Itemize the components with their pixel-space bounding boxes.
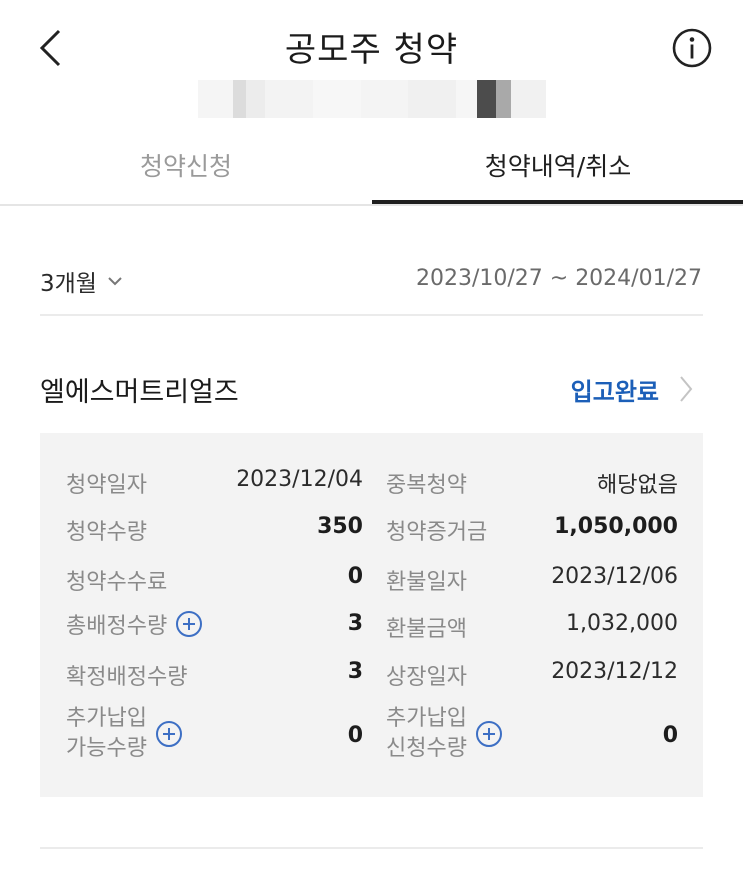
detail-value: 3 bbox=[347, 611, 363, 636]
period-dropdown[interactable]: 3개월 bbox=[40, 264, 123, 298]
detail-value: 350 bbox=[317, 514, 363, 539]
detail-label-line: 가능수량 bbox=[66, 736, 147, 761]
plus-circle-icon[interactable] bbox=[475, 720, 503, 748]
detail-label: 청약수량 bbox=[66, 520, 147, 545]
detail-label: 총배정수량 bbox=[66, 614, 168, 639]
tab-subscription-history[interactable]: 청약내역/취소 bbox=[372, 128, 743, 202]
divider bbox=[40, 314, 703, 316]
detail-value: 3 bbox=[347, 659, 363, 684]
detail-label: 청약일자 bbox=[66, 473, 147, 498]
detail-label-multiline: 추가납입 신청수량 bbox=[386, 704, 467, 764]
chevron-right-icon[interactable] bbox=[679, 374, 693, 404]
date-range: 2023/10/27 ~ 2024/01/27 bbox=[415, 266, 702, 291]
detail-label-multiline: 추가납입 가능수량 bbox=[66, 704, 147, 764]
subscription-detail-panel: 청약일자 2023/12/04 청약수량 350 청약수수료 0 총배정수량 3… bbox=[40, 433, 703, 797]
detail-label: 환불일자 bbox=[386, 570, 467, 595]
subscription-header[interactable]: 엘에스머트리얼즈 입고완료 bbox=[40, 366, 703, 414]
status-link[interactable]: 입고완료 bbox=[571, 372, 659, 407]
detail-value: 1,032,000 bbox=[566, 611, 678, 636]
masked-account-info bbox=[198, 80, 546, 118]
detail-value: 2023/12/04 bbox=[236, 467, 363, 492]
detail-label-line: 추가납입 bbox=[386, 706, 467, 731]
plus-circle-icon[interactable] bbox=[155, 720, 183, 748]
plus-circle-icon[interactable] bbox=[175, 610, 203, 638]
detail-label: 청약증거금 bbox=[386, 520, 488, 545]
tab-bar: 청약신청 청약내역/취소 bbox=[0, 128, 743, 206]
detail-label: 상장일자 bbox=[386, 665, 467, 690]
detail-value: 1,050,000 bbox=[554, 514, 678, 539]
active-tab-indicator bbox=[372, 200, 743, 204]
period-label: 3개월 bbox=[40, 271, 97, 297]
detail-label-line: 신청수량 bbox=[386, 736, 467, 761]
detail-value: 0 bbox=[347, 723, 363, 748]
detail-value: 2023/12/12 bbox=[551, 659, 678, 684]
company-name: 엘에스머트리얼즈 bbox=[40, 377, 239, 408]
chevron-down-icon bbox=[108, 277, 122, 286]
detail-label: 환불금액 bbox=[386, 617, 467, 642]
detail-label-with-plus: 추가납입 가능수량 bbox=[66, 704, 183, 764]
detail-value: 2023/12/06 bbox=[551, 564, 678, 589]
divider bbox=[40, 847, 703, 849]
tab-subscription-apply[interactable]: 청약신청 bbox=[0, 128, 372, 202]
detail-label: 중복청약 bbox=[386, 473, 467, 498]
detail-value: 해당없음 bbox=[597, 473, 678, 498]
detail-label-with-plus: 총배정수량 bbox=[66, 608, 203, 640]
filter-bar: 3개월 2023/10/27 ~ 2024/01/27 bbox=[40, 258, 702, 304]
detail-label-with-plus: 추가납입 신청수량 bbox=[386, 704, 503, 764]
detail-value: 0 bbox=[662, 723, 678, 748]
page-title: 공모주 청약 bbox=[284, 30, 459, 70]
info-icon bbox=[672, 28, 712, 68]
detail-label: 청약수수료 bbox=[66, 570, 168, 595]
detail-value: 0 bbox=[347, 564, 363, 589]
app-header: 공모주 청약 bbox=[0, 0, 743, 118]
info-button[interactable] bbox=[670, 26, 714, 70]
detail-label: 확정배정수량 bbox=[66, 665, 188, 690]
detail-label-line: 추가납입 bbox=[66, 706, 147, 731]
